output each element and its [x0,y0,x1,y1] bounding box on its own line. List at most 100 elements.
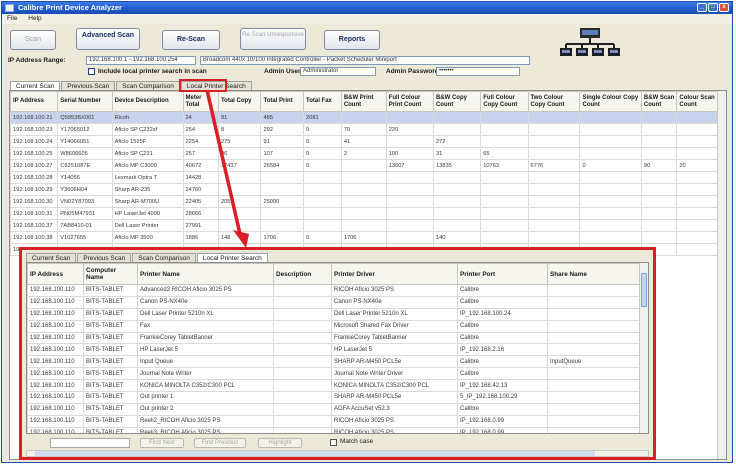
main-column-header[interactable]: Full Colour Copy Count [480,91,529,112]
printer-row[interactable]: 192.168.100.110 BITS-TABLET Input Queue SHA… [27,355,642,369]
printer-column-header[interactable]: Printer Port [457,263,548,285]
menu-help[interactable]: Help [28,15,41,22]
horizontal-scrollbar[interactable] [26,450,649,457]
printer-row[interactable]: 192.168.100.110 BITS-TABLET Canon PS-NX40e… [27,295,642,309]
main-column-header[interactable]: Serial Number [57,91,113,112]
close-button[interactable]: x [719,3,729,12]
printer-row[interactable]: 192.168.100.110 BITS-TABLET FrankieCorey T… [27,331,642,345]
table-cell [303,171,342,184]
scan-button[interactable]: Scan [10,30,56,50]
printer-row[interactable]: 192.168.100.110 BITS-TABLET HP LaserJet 5H… [27,343,642,357]
printer-column-header[interactable]: Description [273,263,332,285]
printer-row[interactable]: 192.168.100.110 BITS-TABLET Out printer 1 S… [27,391,642,404]
table-row[interactable]: 192.168.100.23 Y17065012 Aficio SP C232sf 2… [10,123,720,136]
admin-user-field[interactable]: Administrator [300,67,376,76]
table-cell: 192.168.100.110 [27,391,84,404]
horizontal-scroll-thumb[interactable] [35,451,595,456]
table-cell [260,171,304,184]
table-row[interactable]: 192.168.100.38 V1027655 Aficio MP 3500 1886… [10,231,720,244]
table-cell: Y3606H04 [57,183,113,196]
main-column-header[interactable]: Single Colour Copy Count [579,91,642,112]
printer-row[interactable]: 192.168.100.110 BITS-TABLET Advanced3 RICO… [27,284,642,297]
table-row[interactable]: 192.168.100.31 PN05M47931 HP LaserJet 4000… [10,207,720,220]
scroll-thumb[interactable] [641,273,647,307]
printer-column-header[interactable]: Printer Driver [331,263,458,285]
overlay-tab-local-printer-search[interactable]: Local Printer Search [196,253,268,262]
table-row[interactable]: 192.168.100.21 Q5953BX001 Ricoh 24 81 485 2081 [10,111,720,124]
table-row[interactable]: 192.168.100.29 Y3606H04 Sharp AR-235 24760 [10,183,720,196]
printer-column-header[interactable]: Share Name [547,263,642,285]
overlay-tab-scan-comparison[interactable]: Scan Comparison [132,253,196,262]
printer-row[interactable]: 192.168.100.110 BITS-TABLET Fax Microsoft S… [27,319,642,333]
table-row[interactable]: 192.168.100.28 Y14056 Lexmark Optra T 14428 [10,171,720,184]
table-row[interactable]: 192.168.100.24 Y14066051 Aficio 1515F 2254 2… [10,135,720,148]
main-column-header[interactable]: Colour Scan Count [676,91,720,112]
table-cell [385,171,434,184]
rescan-unresponsive-button[interactable]: Re-Scan Unresponsive [240,28,306,50]
tab-current-scan[interactable]: Current Scan [10,81,61,90]
main-column-header[interactable]: Total Copy [217,91,262,112]
reports-button[interactable]: Reports [324,30,380,50]
table-cell: Calibre [457,402,548,416]
find-text-input[interactable] [50,438,130,448]
printer-column-header[interactable]: Printer Name [137,263,274,285]
table-cell: 41 [340,135,387,148]
printer-row[interactable]: 192.168.100.110 BITS-TABLET Journal Note W… [27,367,642,381]
table-row[interactable]: 192.168.100.27 C8251087E Aficio MP C3000 40… [10,159,720,172]
table-cell: 192.168.100.23 [10,123,59,136]
maximize-button[interactable]: □ [708,3,718,12]
table-cell [579,135,642,148]
main-grid-scrollbar[interactable] [717,91,726,459]
main-column-header[interactable]: B&W Print Count [340,91,387,112]
printer-column-header[interactable]: Computer Name [83,263,138,285]
find-next-button[interactable]: Find Next [140,438,184,448]
local-printer-scrollbar[interactable] [639,263,648,433]
table-cell [273,343,332,357]
table-cell: 2059 [217,195,262,208]
printer-row[interactable]: 192.168.100.110 BITS-TABLET Reeli3_RICOH A… [27,426,642,433]
table-row[interactable]: 192.168.100.25 W8606605 Aficio SP C231 257 9… [10,147,720,160]
table-cell: Calibre [457,355,548,369]
tab-scan-comparison[interactable]: Scan Comparison [116,81,180,90]
minimize-button[interactable]: _ [697,3,707,12]
main-column-header[interactable]: B&W Copy Count [432,91,482,112]
table-cell: BITS-TABLET [83,307,138,321]
overlay-tab-current-scan[interactable]: Current Scan [26,253,77,262]
match-case-checkbox[interactable] [330,439,337,446]
main-column-header[interactable]: B&W Scan Count [640,91,678,112]
table-cell [480,195,529,208]
highlight-button[interactable]: Highlight [258,438,302,448]
network-adapter-select[interactable]: Broadcom 440x 10/100 Integrated Controll… [200,56,530,65]
rescan-button[interactable]: Re-Scan [162,30,220,50]
admin-password-field[interactable]: ••••••• [436,67,520,76]
main-column-header[interactable]: Total Print [260,91,304,112]
table-row[interactable]: 192.168.100.30 VN02Y87093 Sharp AR-M700U 22… [10,195,720,208]
main-column-header[interactable]: Total Fax [303,91,342,112]
menu-file[interactable]: File [7,15,17,22]
local-printer-grid[interactable]: IP Address Computer Name Printer Name Descr… [26,262,649,434]
find-previous-button[interactable]: Find Previous [194,438,246,448]
table-cell: RICOH Aficio 3025 PS [331,414,458,428]
table-cell: 6776 [527,159,581,172]
printer-row[interactable]: 192.168.100.110 BITS-TABLET Dell Laser Pri… [27,307,642,321]
printer-row[interactable]: 192.168.100.110 BITS-TABLET Out printer 2 A… [27,402,642,416]
printer-row[interactable]: 192.168.100.110 BITS-TABLET Reeli2_RICOH A… [27,414,642,428]
table-cell: BITS-TABLET [83,414,138,428]
table-row[interactable]: 192.168.100.37 7AB8410-01 Dell Laser Print… [10,219,720,232]
menu-bar: File Help [2,14,732,24]
overlay-tab-previous-scan[interactable]: Previous Scan [77,253,132,262]
printer-column-header[interactable]: IP Address [27,263,84,285]
table-cell: 192.168.100.28 [10,171,59,184]
main-column-header[interactable]: IP Address [10,91,59,112]
main-column-header[interactable]: Device Description [111,91,184,112]
advanced-scan-button[interactable]: Advanced Scan [76,28,140,50]
main-column-header[interactable]: Two Colour Copy Count [527,91,581,112]
include-local-checkbox[interactable] [88,68,95,75]
ip-range-field[interactable]: 192.168.100.1 - 192.168.100.254 [86,56,196,65]
main-column-header[interactable]: Meter Total [182,91,219,112]
tab-local-printer-search[interactable]: Local Printer Search [180,81,252,90]
main-column-header[interactable]: Full Colour Print Count [385,91,434,112]
tab-previous-scan[interactable]: Previous Scan [61,81,116,90]
table-cell [273,331,332,345]
printer-row[interactable]: 192.168.100.110 BITS-TABLET KONICA MINOLTA… [27,379,642,393]
